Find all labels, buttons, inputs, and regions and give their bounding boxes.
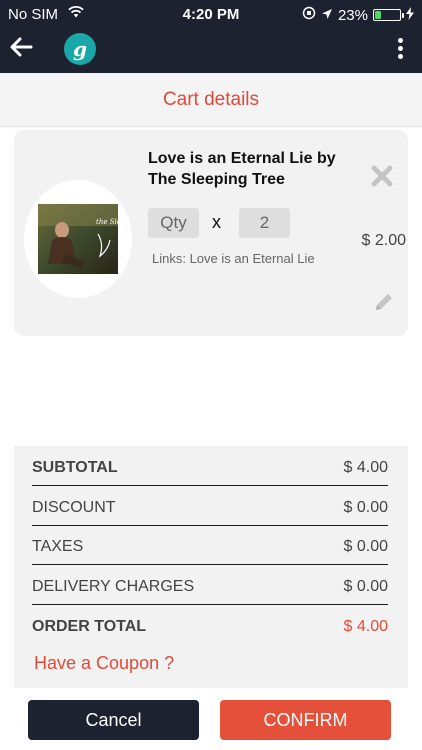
- album-cover-image: the Sleeping Tree: [38, 204, 118, 274]
- summary-row-delivery: DELIVERY CHARGES $ 0.00: [32, 567, 388, 605]
- summary-value: $ 4.00: [343, 459, 388, 476]
- app-header: No SIM 4:20 PM 23% g: [0, 0, 422, 73]
- charging-icon: [406, 6, 414, 24]
- battery-level: [375, 11, 381, 19]
- multiply-sign: x: [212, 212, 221, 232]
- logo-icon[interactable]: g: [64, 33, 96, 65]
- cart-content: the Sleeping Tree Love is an Eternal Lie…: [0, 128, 422, 750]
- coupon-link[interactable]: Have a Coupon ?: [34, 653, 174, 674]
- qty-label: Qty: [148, 208, 199, 238]
- quantity-field[interactable]: 2: [239, 208, 290, 238]
- summary-value: $ 0.00: [343, 578, 388, 595]
- confirm-button[interactable]: CONFIRM: [220, 700, 391, 740]
- album-cover-text: the Sleeping Tree: [96, 218, 118, 226]
- summary-label: TAXES: [32, 538, 84, 555]
- remove-item-icon[interactable]: [370, 164, 394, 188]
- battery-icon: [373, 9, 404, 21]
- item-links: Links: Love is an Eternal Lie: [152, 251, 315, 266]
- status-bar: No SIM 4:20 PM 23%: [0, 0, 422, 30]
- summary-row-taxes: TAXES $ 0.00: [32, 527, 388, 565]
- more-vertical-icon[interactable]: [396, 38, 404, 62]
- summary-row-discount: DISCOUNT $ 0.00: [32, 488, 388, 526]
- summary-value: $ 0.00: [343, 538, 388, 555]
- orientation-lock-icon: [302, 6, 316, 24]
- page-title: Cart details: [0, 73, 422, 127]
- summary-label: ORDER TOTAL: [32, 618, 147, 635]
- summary-label: DELIVERY CHARGES: [32, 578, 195, 595]
- summary-label: SUBTOTAL: [32, 459, 118, 476]
- item-price: $ 2.00: [361, 232, 406, 249]
- item-title: Love is an Eternal Lie by The Sleeping T…: [148, 150, 336, 188]
- summary-row-subtotal: SUBTOTAL $ 4.00: [32, 448, 388, 486]
- summary-value: $ 4.00: [343, 618, 388, 635]
- summary-label: DISCOUNT: [32, 499, 116, 516]
- battery-percent: 23%: [337, 6, 368, 24]
- location-icon: [321, 7, 333, 24]
- cancel-button[interactable]: Cancel: [28, 700, 199, 740]
- action-bar: Cancel CONFIRM: [0, 688, 422, 750]
- back-arrow-icon[interactable]: [8, 34, 34, 60]
- order-summary: SUBTOTAL $ 4.00 DISCOUNT $ 0.00 TAXES $ …: [14, 446, 408, 694]
- edit-pencil-icon[interactable]: [372, 290, 396, 314]
- summary-value: $ 0.00: [343, 499, 388, 516]
- summary-row-order-total: ORDER TOTAL $ 4.00: [32, 606, 388, 644]
- cart-item-card: the Sleeping Tree Love is an Eternal Lie…: [14, 130, 408, 336]
